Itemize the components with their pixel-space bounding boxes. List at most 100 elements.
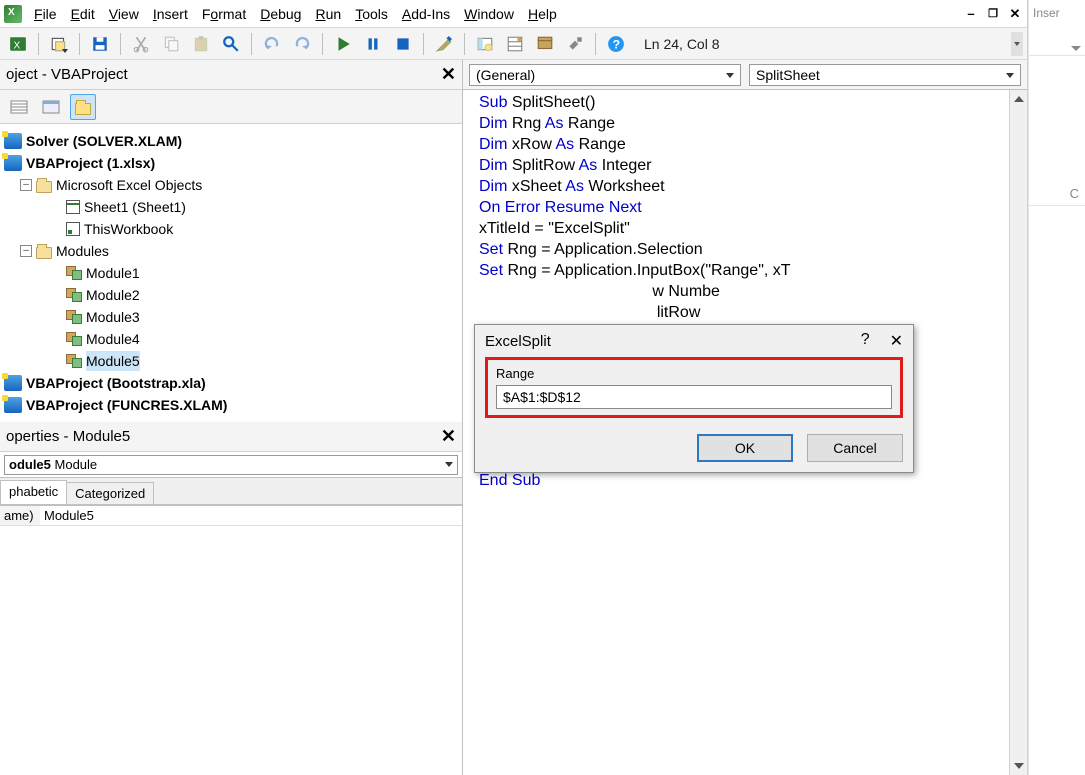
- tab-alphabetic[interactable]: phabetic: [0, 480, 67, 504]
- toolbox-button[interactable]: [563, 32, 587, 56]
- procedure-combo[interactable]: SplitSheet: [749, 64, 1021, 86]
- menu-help[interactable]: Help: [522, 4, 563, 24]
- properties-tabs: phabetic Categorized: [0, 478, 462, 505]
- dialog-help-button[interactable]: ?: [861, 331, 870, 351]
- properties-grid[interactable]: ame) Module5: [0, 505, 462, 775]
- excelsplit-dialog: ExcelSplit ? ✕ Range OK Cancel: [474, 324, 914, 473]
- view-object-icon[interactable]: [38, 94, 64, 120]
- cut-button[interactable]: [129, 32, 153, 56]
- prop-name-key: ame): [0, 506, 40, 525]
- tree-module4[interactable]: Module4: [4, 328, 458, 350]
- tab-categorized[interactable]: Categorized: [66, 482, 154, 504]
- project-explorer-button[interactable]: [473, 32, 497, 56]
- code-selectors: (General) SplitSheet: [463, 60, 1027, 90]
- insert-button[interactable]: [47, 32, 71, 56]
- tree-solver[interactable]: Solver (SOLVER.XLAM): [4, 130, 458, 152]
- object-combo[interactable]: (General): [469, 64, 741, 86]
- run-button[interactable]: [331, 32, 355, 56]
- workbook-icon: [66, 222, 80, 236]
- collapse-icon[interactable]: –: [20, 245, 32, 257]
- stop-button[interactable]: [391, 32, 415, 56]
- menu-insert[interactable]: Insert: [147, 4, 194, 24]
- cursor-position: Ln 24, Col 8: [644, 36, 720, 52]
- find-button[interactable]: [219, 32, 243, 56]
- toolbar: X ? Ln 24, Col 8: [0, 28, 1027, 60]
- menubar: File Edit View Insert Format Debug Run T…: [28, 4, 963, 24]
- range-input[interactable]: [496, 385, 892, 409]
- minimize-button[interactable]: –: [963, 6, 979, 22]
- properties-pane-title: operties - Module5 ✕: [0, 422, 462, 452]
- sheet-icon: [66, 200, 80, 214]
- menu-window[interactable]: Window: [458, 4, 520, 24]
- ok-button[interactable]: OK: [697, 434, 793, 462]
- scroll-down-icon[interactable]: [1010, 757, 1027, 775]
- collapse-icon[interactable]: –: [20, 179, 32, 191]
- tree-vba-main[interactable]: VBAProject (1.xlsx): [4, 152, 458, 174]
- project-icon: [4, 133, 22, 149]
- menu-format[interactable]: Format: [196, 4, 252, 24]
- prop-name-value[interactable]: Module5: [40, 506, 462, 525]
- column-header-c[interactable]: C: [1029, 56, 1085, 206]
- close-window-button[interactable]: ✕: [1007, 6, 1023, 22]
- menu-addins[interactable]: Add-Ins: [396, 4, 456, 24]
- menu-view[interactable]: View: [103, 4, 145, 24]
- project-icon: [4, 397, 22, 413]
- titlebar: File Edit View Insert Format Debug Run T…: [0, 0, 1027, 28]
- menu-edit[interactable]: Edit: [65, 4, 101, 24]
- paste-button[interactable]: [189, 32, 213, 56]
- view-code-icon[interactable]: [6, 94, 32, 120]
- menu-debug[interactable]: Debug: [254, 4, 307, 24]
- module-icon: [66, 332, 82, 346]
- tree-module2[interactable]: Module2: [4, 284, 458, 306]
- tree-bootstrap[interactable]: VBAProject (Bootstrap.xla): [4, 372, 458, 394]
- range-label: Range: [496, 366, 892, 381]
- menu-tools[interactable]: Tools: [349, 4, 394, 24]
- object-browser-button[interactable]: [533, 32, 557, 56]
- tree-thisworkbook[interactable]: ThisWorkbook: [4, 218, 458, 240]
- folder-icon: [36, 181, 52, 193]
- folder-icon: [36, 247, 52, 259]
- svg-text:?: ?: [613, 37, 621, 51]
- tree-funcres[interactable]: VBAProject (FUNCRES.XLAM): [4, 394, 458, 416]
- tree-modules[interactable]: –Modules: [4, 240, 458, 262]
- undo-button[interactable]: [260, 32, 284, 56]
- copy-button[interactable]: [159, 32, 183, 56]
- menu-run[interactable]: Run: [309, 4, 347, 24]
- properties-object-select[interactable]: odule5 Module: [4, 455, 458, 475]
- scroll-up-icon[interactable]: [1010, 90, 1027, 108]
- dialog-title: ExcelSplit: [485, 333, 551, 350]
- design-mode-button[interactable]: [432, 32, 456, 56]
- tree-excel-objects[interactable]: –Microsoft Excel Objects: [4, 174, 458, 196]
- ribbon-fragment: Inser: [1029, 0, 1085, 56]
- save-button[interactable]: [88, 32, 112, 56]
- toolbar-overflow[interactable]: [1011, 32, 1023, 56]
- tree-module1[interactable]: Module1: [4, 262, 458, 284]
- tree-sheet1[interactable]: Sheet1 (Sheet1): [4, 196, 458, 218]
- properties-pane-close[interactable]: ✕: [441, 426, 456, 447]
- menu-file[interactable]: File: [28, 4, 63, 24]
- window-buttons: – ❐ ✕: [963, 6, 1023, 22]
- project-pane-title: oject - VBAProject ✕: [0, 60, 462, 90]
- project-pane-close[interactable]: ✕: [441, 64, 456, 85]
- help-button[interactable]: ?: [604, 32, 628, 56]
- vertical-scrollbar[interactable]: [1009, 90, 1027, 775]
- project-icon: [4, 155, 22, 171]
- module-icon: [66, 354, 82, 368]
- svg-text:X: X: [14, 40, 21, 51]
- redo-button[interactable]: [290, 32, 314, 56]
- module-icon: [66, 310, 82, 324]
- cancel-button[interactable]: Cancel: [807, 434, 903, 462]
- dialog-close-button[interactable]: ✕: [890, 331, 903, 351]
- restore-button[interactable]: ❐: [985, 6, 1001, 22]
- excel-view-button[interactable]: X: [6, 32, 30, 56]
- module-icon: [66, 266, 82, 280]
- project-tree[interactable]: Solver (SOLVER.XLAM) VBAProject (1.xlsx)…: [0, 124, 462, 422]
- tree-module5[interactable]: Module5: [4, 350, 458, 372]
- pause-button[interactable]: [361, 32, 385, 56]
- tree-module3[interactable]: Module3: [4, 306, 458, 328]
- module-icon: [66, 288, 82, 302]
- properties-window-button[interactable]: [503, 32, 527, 56]
- excel-icon: [4, 5, 22, 23]
- toggle-folders-icon[interactable]: [70, 94, 96, 120]
- worksheet-sliver: Inser C: [1028, 0, 1085, 775]
